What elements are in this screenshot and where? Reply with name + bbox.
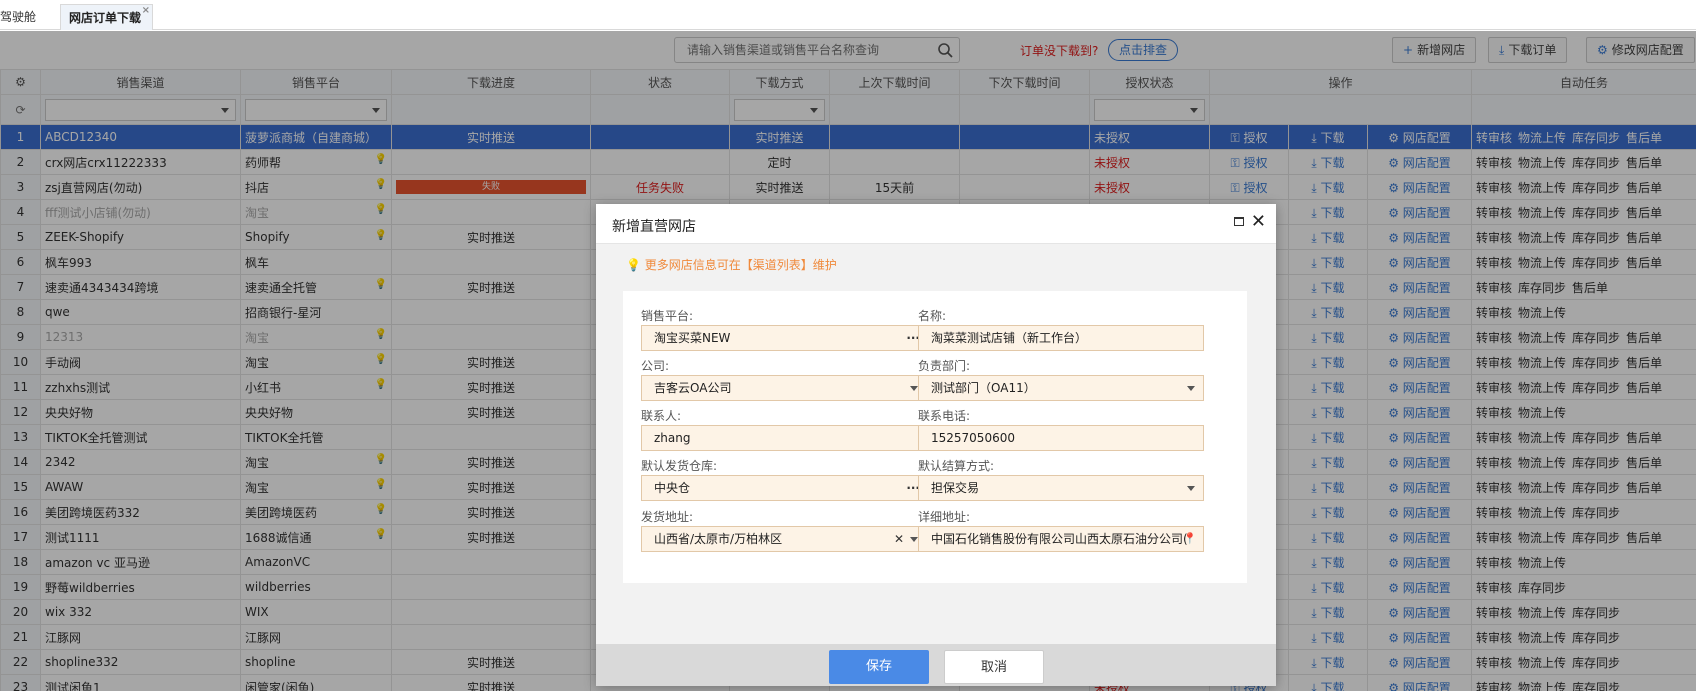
dept-label: 负责部门:	[918, 359, 971, 373]
warehouse-field[interactable]: 中央仓 ···	[641, 475, 927, 501]
name-field[interactable]: 淘菜菜测试店铺（新工作台）	[918, 325, 1204, 351]
detail-address-field[interactable]: 中国石化销售股份有限公司山西太原石油分公司( 📍	[918, 526, 1204, 552]
platform-value: 淘宝买菜NEW	[654, 331, 731, 345]
platform-label: 销售平台:	[641, 309, 694, 323]
company-label: 公司:	[641, 359, 670, 373]
warehouse-label: 默认发货仓库:	[641, 459, 718, 473]
chevron-down-icon	[1187, 486, 1195, 491]
settle-select[interactable]: 担保交易	[918, 475, 1204, 501]
save-button[interactable]: 保存	[829, 650, 929, 684]
name-value: 淘菜菜测试店铺（新工作台）	[931, 331, 1088, 345]
chevron-down-icon	[910, 386, 918, 391]
tab-cockpit[interactable]: 驾驶舱	[0, 4, 44, 30]
dialog-footer: 保存 取消	[596, 644, 1276, 686]
tab-store-order-download[interactable]: 网店订单下载 ×	[60, 4, 153, 30]
contact-field[interactable]: zhang	[641, 425, 927, 451]
settle-label: 默认结算方式:	[918, 459, 995, 473]
lightbulb-icon: 💡	[626, 258, 641, 272]
tab-bar: 驾驶舱 网店订单下载 ×	[0, 0, 1696, 30]
close-icon[interactable]: ✕	[1251, 211, 1266, 232]
clear-icon[interactable]: ✕	[894, 527, 904, 551]
detail-address-value: 中国石化销售股份有限公司山西太原石油分公司(	[931, 532, 1188, 546]
close-icon[interactable]: ×	[142, 0, 150, 24]
maximize-icon[interactable]	[1234, 217, 1244, 226]
info-tip: 💡 更多网店信息可在【渠道列表】维护	[626, 256, 837, 273]
address-value: 山西省/太原市/万柏林区	[654, 532, 783, 546]
contact-value: zhang	[654, 431, 691, 445]
phone-label: 联系电话:	[918, 409, 971, 423]
dept-select[interactable]: 测试部门（OA11）	[918, 375, 1204, 401]
warehouse-value: 中央仓	[654, 481, 691, 495]
address-select[interactable]: 山西省/太原市/万柏林区 ✕	[641, 526, 927, 552]
info-tip-text: 更多网店信息可在【渠道列表】维护	[644, 258, 837, 272]
contact-label: 联系人:	[641, 409, 682, 423]
store-form: 销售平台: 淘宝买菜NEW ··· 名称: 淘菜菜测试店铺（新工作台） 公司: …	[623, 291, 1247, 583]
add-direct-store-dialog: 新增直营网店 ✕ 💡 更多网店信息可在【渠道列表】维护 销售平台: 淘宝买菜NE…	[596, 204, 1276, 686]
detail-address-label: 详细地址:	[918, 510, 971, 524]
dept-value: 测试部门（OA11）	[931, 381, 1036, 395]
platform-field[interactable]: 淘宝买菜NEW ···	[641, 325, 927, 351]
company-select[interactable]: 吉客云OA公司	[641, 375, 927, 401]
chevron-down-icon	[910, 537, 918, 542]
tab-label: 网店订单下载	[69, 11, 142, 25]
settle-value: 担保交易	[931, 481, 980, 495]
cancel-button[interactable]: 取消	[944, 650, 1044, 684]
dialog-title: 新增直营网店	[612, 219, 696, 235]
phone-value: 15257050600	[931, 431, 1015, 445]
dialog-body: 💡 更多网店信息可在【渠道列表】维护 销售平台: 淘宝买菜NEW ··· 名称:…	[596, 244, 1276, 644]
map-pin-icon[interactable]: 📍	[1183, 527, 1197, 551]
address-label: 发货地址:	[641, 510, 694, 524]
phone-field[interactable]: 15257050600	[918, 425, 1204, 451]
company-value: 吉客云OA公司	[654, 381, 732, 395]
name-label: 名称:	[918, 309, 947, 323]
dialog-header: 新增直营网店 ✕	[596, 204, 1276, 244]
chevron-down-icon	[1187, 386, 1195, 391]
